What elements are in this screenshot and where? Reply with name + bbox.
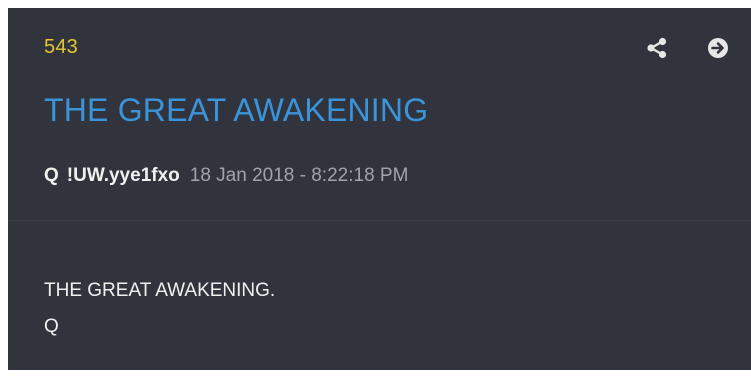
header-divider [8, 220, 751, 221]
author-tripcode: !UW.yye1fxo [66, 165, 180, 186]
page: 543 THE GREAT AWAKENING Q !UW.yye1fxo 18… [0, 0, 751, 377]
share-button[interactable] [645, 36, 669, 60]
share-icon [647, 37, 667, 59]
post-card: 543 THE GREAT AWAKENING Q !UW.yye1fxo 18… [8, 8, 751, 370]
post-title-link[interactable]: THE GREAT AWAKENING [44, 92, 428, 129]
post-header: 543 THE GREAT AWAKENING Q !UW.yye1fxo 18… [8, 8, 751, 220]
post-meta: Q !UW.yye1fxo 18 Jan 2018 - 8:22:18 PM [44, 165, 408, 187]
post-number: 543 [44, 36, 78, 58]
goto-post-button[interactable] [706, 36, 730, 60]
post-body-line: THE GREAT AWAKENING. [44, 280, 276, 301]
author-name: Q [44, 165, 59, 186]
post-body-line: Q [44, 316, 59, 337]
post-body: THE GREAT AWAKENING. Q [44, 273, 275, 345]
post-timestamp: 18 Jan 2018 - 8:22:18 PM [189, 165, 409, 186]
arrow-right-circle-icon [708, 38, 728, 58]
